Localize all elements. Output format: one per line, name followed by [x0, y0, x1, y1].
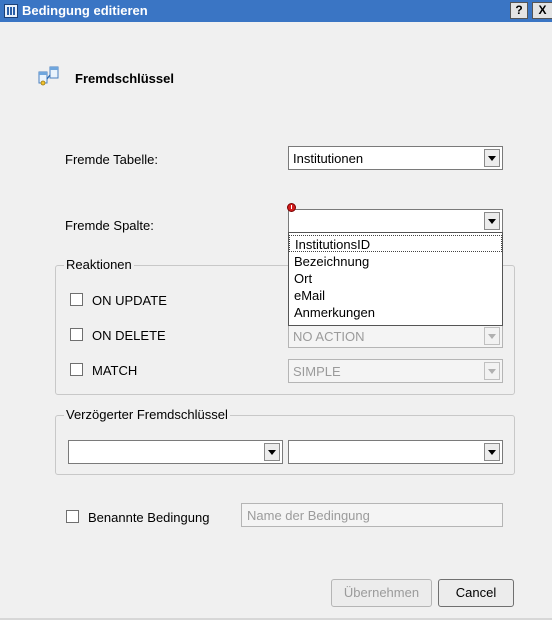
- dropdown-option-bezeichnung[interactable]: Bezeichnung: [289, 253, 502, 270]
- match-value: SIMPLE: [293, 364, 341, 379]
- dropdown-option-ort[interactable]: Ort: [289, 270, 502, 287]
- dropdown-option-anmerkungen[interactable]: Anmerkungen: [289, 304, 502, 321]
- foreign-column-select[interactable]: [288, 209, 503, 233]
- foreign-column-label: Fremde Spalte:: [65, 218, 154, 233]
- foreign-table-label: Fremde Tabelle:: [65, 152, 158, 167]
- foreign-table-value: Institutionen: [293, 151, 364, 166]
- close-button[interactable]: X: [532, 2, 552, 19]
- chevron-down-icon[interactable]: [264, 443, 280, 461]
- on-delete-checkbox[interactable]: [70, 328, 83, 341]
- app-table-icon: [4, 4, 18, 18]
- chevron-down-icon: [484, 327, 500, 345]
- reactions-group-title: Reaktionen: [64, 257, 134, 272]
- error-icon: [287, 203, 296, 212]
- cancel-button[interactable]: Cancel: [438, 579, 514, 607]
- foreign-key-icon: [38, 66, 59, 86]
- on-delete-select[interactable]: NO ACTION: [288, 324, 503, 348]
- title-bar: Bedingung editieren ? X: [0, 0, 552, 22]
- chevron-down-icon[interactable]: [484, 149, 500, 167]
- deferred-select-2[interactable]: [288, 440, 503, 464]
- on-update-label: ON UPDATE: [92, 293, 167, 308]
- dropdown-option-institutionsid[interactable]: InstitutionsID: [289, 235, 502, 252]
- edit-constraint-dialog: Bedingung editieren ? X Fremdschlüssel F…: [0, 0, 552, 620]
- deferred-select-1[interactable]: [68, 440, 283, 464]
- deferred-group-title: Verzögerter Fremdschlüssel: [64, 407, 230, 422]
- match-select[interactable]: SIMPLE: [288, 359, 503, 383]
- named-constraint-checkbox[interactable]: [66, 510, 79, 523]
- constraint-name-input[interactable]: Name der Bedingung: [241, 503, 503, 527]
- section-title: Fremdschlüssel: [75, 71, 174, 86]
- on-delete-value: NO ACTION: [293, 329, 365, 344]
- apply-button[interactable]: Übernehmen: [331, 579, 432, 607]
- match-label: MATCH: [92, 363, 138, 378]
- foreign-column-dropdown-list[interactable]: InstitutionsID Bezeichnung Ort eMail Anm…: [288, 232, 503, 326]
- chevron-down-icon[interactable]: [484, 443, 500, 461]
- chevron-down-icon: [484, 362, 500, 380]
- dropdown-option-email[interactable]: eMail: [289, 287, 502, 304]
- chevron-down-icon[interactable]: [484, 212, 500, 230]
- help-button[interactable]: ?: [510, 2, 528, 19]
- on-update-checkbox[interactable]: [70, 293, 83, 306]
- on-delete-label: ON DELETE: [92, 328, 166, 343]
- foreign-table-select[interactable]: Institutionen: [288, 146, 503, 170]
- match-checkbox[interactable]: [70, 363, 83, 376]
- named-constraint-label: Benannte Bedingung: [88, 510, 210, 525]
- window-title: Bedingung editieren: [22, 3, 148, 18]
